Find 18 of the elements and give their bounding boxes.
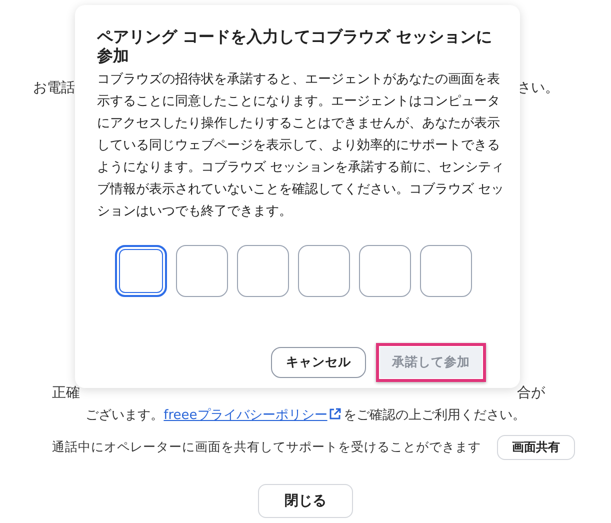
code-input[interactable] bbox=[237, 245, 289, 297]
privacy-link[interactable]: freeeプライバシーポリシー bbox=[164, 408, 344, 423]
code-input[interactable] bbox=[420, 245, 472, 297]
code-input[interactable] bbox=[115, 245, 167, 297]
dialog-title: ペアリング コードを入力してコブラウズ セッションに参加 bbox=[97, 27, 494, 65]
background-text: 合が bbox=[517, 384, 545, 402]
cancel-button[interactable]: キャンセル bbox=[271, 347, 366, 378]
external-link-icon bbox=[329, 408, 342, 420]
background-text: お電話 bbox=[33, 79, 75, 97]
close-button[interactable]: 閉じる bbox=[258, 484, 353, 518]
code-input[interactable] bbox=[176, 245, 228, 297]
background-text: 正確 bbox=[52, 384, 80, 402]
dialog-body: コブラウズの招待状を承諾すると、エージェントがあなたの画面を表示することに同意したことになります。エージェントはコンピュータにアクセスしたり操作したりすることはできませんが、あなたが表示している同じウェブページを表示して、より効率的にサポートできるようになります。コブラウズ セッションを承諾する前に、センシティブ情報が表示されていないことを確認してください。コブラウズ セッションはいつでも終了できます。 bbox=[97, 71, 506, 221]
code-input[interactable] bbox=[298, 245, 350, 297]
screen-share-button[interactable]: 画面共有 bbox=[497, 435, 575, 460]
privacy-text: ございます。freeeプライバシーポリシー をご確認の上ご利用ください。 bbox=[86, 408, 526, 423]
share-description: 通話中にオペレーターに画面を共有してサポートを受けることができます bbox=[52, 439, 481, 456]
code-input[interactable] bbox=[359, 245, 411, 297]
